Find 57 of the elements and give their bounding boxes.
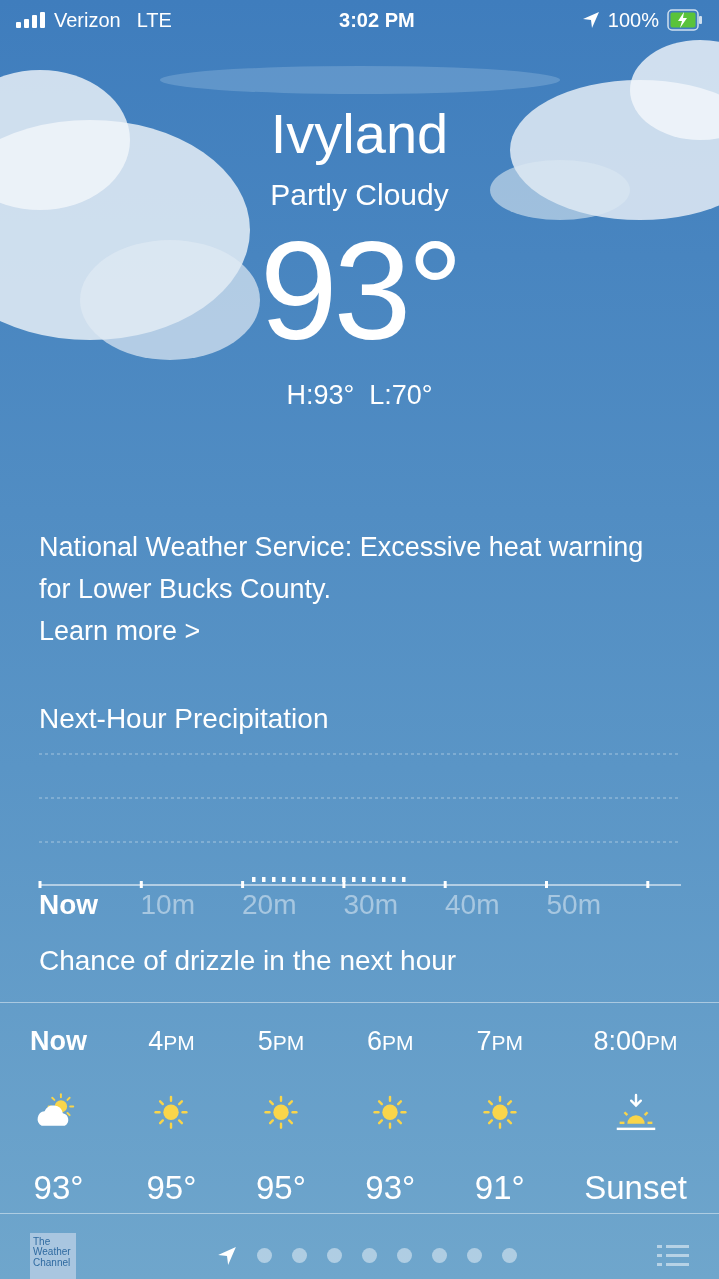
list-icon[interactable]: [657, 1244, 689, 1267]
precipitation-bar: [282, 876, 286, 882]
precipitation-bar: [402, 876, 406, 882]
weather-channel-logo: The Weather Channel: [30, 1232, 76, 1279]
carrier-name: Verizon: [54, 8, 121, 33]
precipitation-summary: Chance of drizzle in the next hour: [38, 943, 458, 978]
precipitation-bar: [252, 876, 256, 882]
precipitation-bar: [382, 876, 386, 882]
network-type: LTE: [136, 8, 172, 33]
hour-label: Now: [30, 1024, 87, 1058]
hour-temperature: 93°: [365, 1168, 416, 1208]
time-label: 10m: [140, 887, 196, 922]
page-dot[interactable]: [256, 1248, 272, 1263]
battery-percent: 100%: [607, 8, 659, 33]
hour-label: 5PM: [257, 1024, 305, 1058]
precipitation-bar: [312, 876, 316, 882]
page-dot[interactable]: [431, 1248, 447, 1263]
hour-label: 6PM: [367, 1024, 414, 1058]
location-arrow-icon[interactable]: [216, 1245, 237, 1266]
hour-label: 4PM: [148, 1024, 195, 1058]
page-dot[interactable]: [501, 1248, 517, 1263]
hour-temperature: Sunset: [584, 1168, 687, 1208]
hour-temperature: 95°: [146, 1168, 197, 1208]
hour-label: 8:00PM: [593, 1024, 678, 1058]
current-temperature: 93°: [259, 221, 460, 361]
learn-more-link[interactable]: Learn more >: [39, 615, 201, 646]
page-dot[interactable]: [326, 1248, 342, 1263]
precipitation-bar: [292, 876, 296, 882]
hour-temperature: 95°: [255, 1168, 306, 1208]
precipitation-bar: [272, 876, 276, 882]
precipitation-bar: [352, 876, 356, 882]
hour-temperature: 93°: [33, 1168, 84, 1208]
page-dot[interactable]: [396, 1248, 412, 1263]
hour-label: 7PM: [476, 1024, 523, 1058]
precipitation-bar: [322, 876, 326, 882]
status-time: 3:02 PM: [339, 8, 415, 33]
time-label: Now: [39, 887, 100, 922]
precipitation-bar: [332, 876, 336, 882]
hour-temperature: 91°: [474, 1168, 525, 1208]
high-low-temperature: H:93° L:70°: [286, 379, 433, 412]
precipitation-bar: [262, 876, 266, 882]
section-title: Next-Hour Precipitation: [38, 701, 330, 736]
precipitation-bar: [392, 876, 396, 882]
page-dot[interactable]: [291, 1248, 307, 1263]
page-dot[interactable]: [466, 1248, 482, 1263]
alert-text: National Weather Service: Excessive heat warning for Lower Bucks County. Learn more >: [38, 530, 645, 648]
time-label: 20m: [242, 887, 298, 922]
time-label: 50m: [546, 887, 602, 922]
signal-icon: [16, 12, 46, 28]
precipitation-bar: [342, 876, 346, 882]
precipitation-bar: [362, 876, 366, 882]
weather-condition: Partly Cloudy: [270, 177, 449, 213]
precipitation-bar: [372, 876, 376, 882]
precipitation-bar: [302, 876, 306, 882]
page-dot[interactable]: [361, 1248, 377, 1263]
time-label: 30m: [343, 887, 399, 922]
time-label: 40m: [445, 887, 501, 922]
